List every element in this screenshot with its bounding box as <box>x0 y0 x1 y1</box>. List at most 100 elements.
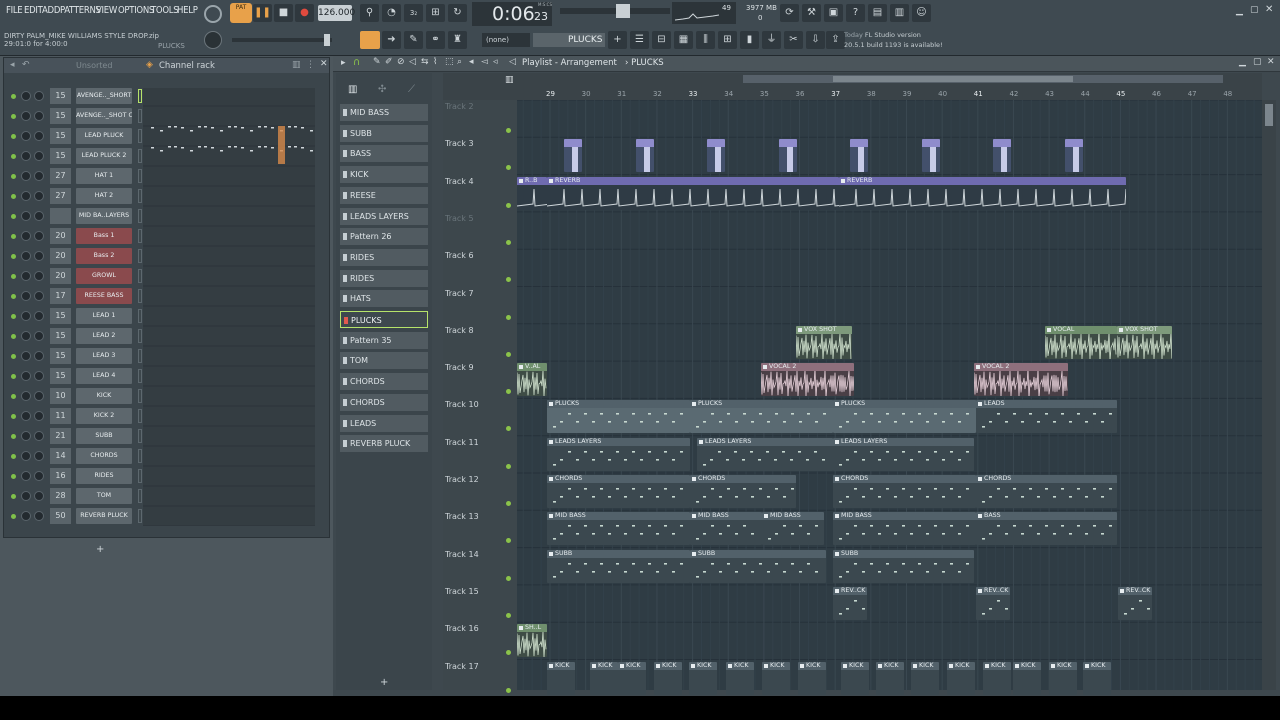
ruler-bar-number[interactable]: 42 <box>1009 90 1018 98</box>
piano-roll-icon[interactable]: ⊟ <box>652 31 671 49</box>
tool-slice-icon[interactable]: ⌇ <box>433 57 437 67</box>
metronome-icon[interactable]: ⚲ <box>360 4 379 22</box>
channel-pan-knob[interactable] <box>21 311 31 321</box>
track-name[interactable]: Track 17 <box>445 662 479 671</box>
channel-led[interactable] <box>11 494 16 499</box>
channel-led[interactable] <box>11 414 16 419</box>
playlist-clip[interactable]: R..B <box>517 176 547 210</box>
pattern-item[interactable]: PLUCKS <box>340 311 428 328</box>
channel-select[interactable] <box>138 369 142 383</box>
channel-pan-knob[interactable] <box>21 471 31 481</box>
ruler-bar-number[interactable]: 46 <box>1152 90 1161 98</box>
ruler-bar-number[interactable]: 45 <box>1116 90 1125 98</box>
channel-volume-knob[interactable] <box>34 191 44 201</box>
channel-mixer-track[interactable]: 10 <box>50 388 71 404</box>
playlist-clip[interactable]: VOCAL 2 <box>974 363 1068 397</box>
channel-pan-knob[interactable] <box>21 231 31 241</box>
channel-mixer-track[interactable]: 27 <box>50 188 71 204</box>
track-mute-led[interactable] <box>506 165 511 171</box>
playlist-clip[interactable]: CHORDS <box>976 475 1117 508</box>
channel-rack-close-icon[interactable]: ✕ <box>320 59 328 69</box>
channel-mixer-track[interactable]: 17 <box>50 288 71 304</box>
playlist-clip[interactable]: LEADS LAYERS <box>547 437 690 471</box>
track-mute-led[interactable] <box>506 463 511 469</box>
playlist-clip[interactable]: LEADS <box>976 400 1117 434</box>
channel-name-button[interactable]: HAT 1 <box>76 168 132 184</box>
channel-led[interactable] <box>11 114 16 119</box>
menu-edit[interactable]: EDIT <box>24 5 43 16</box>
channel-pan-knob[interactable] <box>21 351 31 361</box>
tool-zoom-icon[interactable]: ⌕ <box>457 57 462 67</box>
ruler-bar-number[interactable]: 29 <box>546 90 555 98</box>
ruler-bar-number[interactable]: 44 <box>1081 90 1090 98</box>
automation-icon[interactable]: ⟋ <box>408 84 415 95</box>
step-icon[interactable]: ⋮ <box>306 60 315 70</box>
channel-select[interactable] <box>138 409 142 423</box>
kick-clip[interactable]: KICK <box>689 661 717 695</box>
playlist-clip[interactable]: LEADS LAYERS <box>833 437 974 471</box>
channel-led[interactable] <box>11 354 16 359</box>
channel-volume-knob[interactable] <box>34 311 44 321</box>
channel-mixer-track[interactable]: 20 <box>50 268 71 284</box>
channel-name-button[interactable]: RIDES <box>76 468 132 484</box>
pattern-item[interactable]: LEADS <box>340 414 428 432</box>
channel-led[interactable] <box>11 394 16 399</box>
magnet-icon[interactable]: ∩ <box>353 57 360 68</box>
kick-clip[interactable]: KICK <box>798 661 826 695</box>
channel-mixer-track[interactable]: 20 <box>50 228 71 244</box>
news-icon[interactable]: ⇪ <box>826 31 845 49</box>
horizontal-scrollbar[interactable] <box>743 75 1223 83</box>
ruler-bar-number[interactable]: 35 <box>760 90 769 98</box>
channel-select[interactable] <box>138 429 142 443</box>
track-mute-led[interactable] <box>506 501 511 506</box>
channel-name-button[interactable]: LEAD PLUCK 2 <box>76 148 132 164</box>
playlist-clip[interactable]: REV..CK <box>833 586 867 620</box>
channel-led[interactable] <box>11 174 16 179</box>
playlist-clip[interactable]: VOCAL 2 <box>761 363 854 397</box>
channel-mixer-track[interactable]: 14 <box>50 448 71 464</box>
loop-record-icon[interactable]: ↻ <box>448 4 467 22</box>
tool-mute-icon[interactable]: ◁ <box>409 57 416 67</box>
channel-mixer-track[interactable]: 16 <box>50 468 71 484</box>
channel-volume-knob[interactable] <box>34 291 44 301</box>
channel-volume-knob[interactable] <box>34 231 44 241</box>
channel-volume-knob[interactable] <box>34 351 44 361</box>
channel-pan-knob[interactable] <box>21 331 31 341</box>
ruler-bar-number[interactable]: 41 <box>974 90 983 98</box>
playlist-clip[interactable]: REVERB <box>547 176 839 210</box>
playlist-clip[interactable] <box>564 139 582 173</box>
track-mute-led[interactable] <box>506 314 511 320</box>
channel-volume-knob[interactable] <box>34 471 44 481</box>
track-mute-led[interactable] <box>506 239 511 245</box>
channel-led[interactable] <box>11 294 16 299</box>
pattern-item[interactable]: KICK <box>340 166 428 184</box>
track-mute-led[interactable] <box>506 426 511 432</box>
channel-pan-knob[interactable] <box>21 91 31 101</box>
playlist-clip[interactable]: MID BASS <box>690 512 762 546</box>
channel-name-button[interactable]: AVENGE.._SHOT C <box>76 108 132 124</box>
playlist-clip[interactable]: V..AL <box>517 363 547 397</box>
channel-select[interactable] <box>138 149 142 163</box>
kick-clip[interactable]: KICK <box>654 661 682 695</box>
track-name[interactable]: Track 5 <box>445 214 474 223</box>
tempo-display[interactable]: 126.000 <box>318 5 355 21</box>
channel-pan-knob[interactable] <box>21 251 31 261</box>
add-pattern-button[interactable]: + <box>380 677 388 688</box>
channel-pan-knob[interactable] <box>21 491 31 501</box>
pattern-select[interactable]: PLUCKS <box>533 33 605 47</box>
channel-mixer-track[interactable]: 15 <box>50 348 71 364</box>
channel-volume-knob[interactable] <box>34 251 44 261</box>
ruler-bar-number[interactable]: 40 <box>938 90 947 98</box>
channel-mixer-track[interactable]: 15 <box>50 88 71 104</box>
playlist-clip[interactable]: BASS <box>976 512 1117 546</box>
cpu-icon[interactable]: ▣ <box>824 4 843 22</box>
playlist-clip[interactable]: SUBB <box>690 549 826 583</box>
tool-delete-icon[interactable]: ⊘ <box>397 57 405 67</box>
master-pitch-knob[interactable] <box>204 31 222 49</box>
channel-volume-knob[interactable] <box>34 271 44 281</box>
channel-led[interactable] <box>11 214 16 219</box>
kick-clip[interactable]: KICK <box>618 661 646 695</box>
playlist-menu-icon[interactable]: ▸ <box>341 58 346 68</box>
ruler-bar-number[interactable]: 47 <box>1188 90 1197 98</box>
channel-volume-knob[interactable] <box>34 371 44 381</box>
